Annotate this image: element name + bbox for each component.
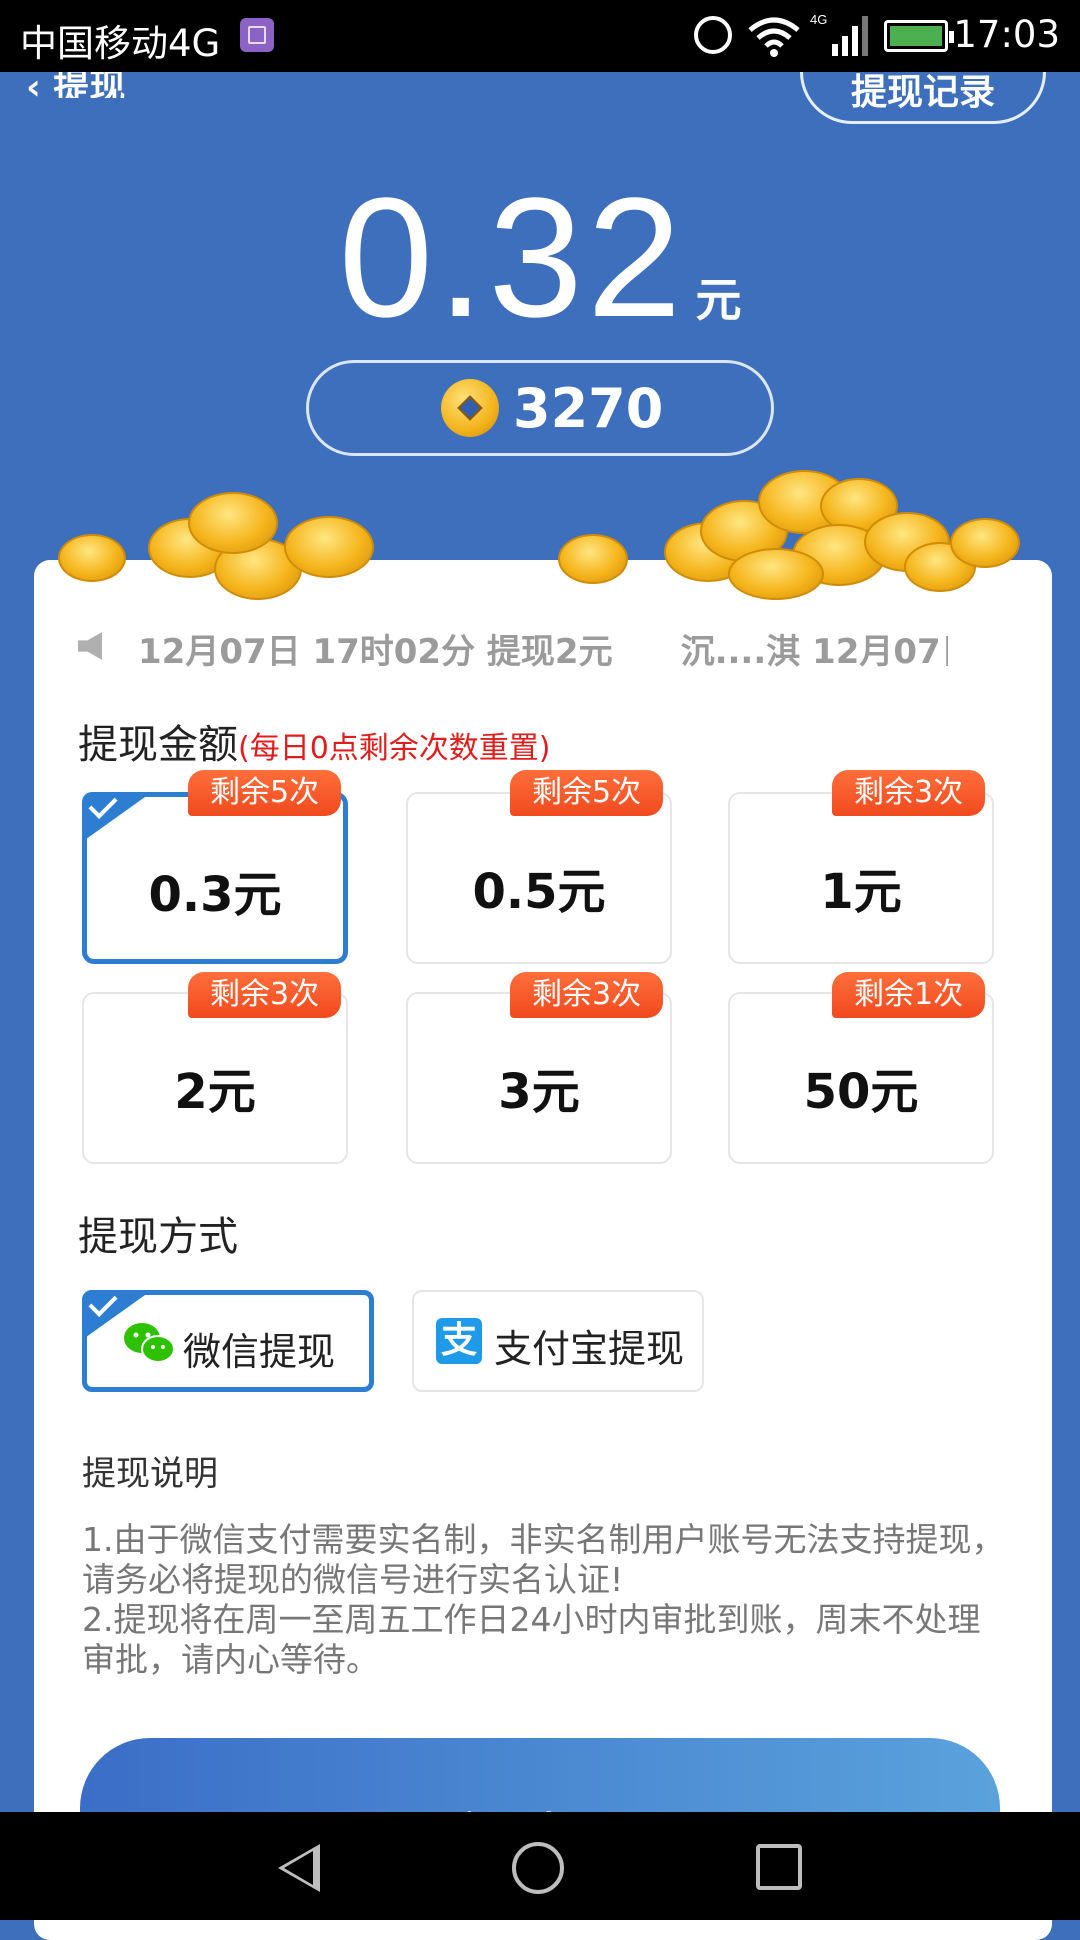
remaining-badge: 剩余5次 bbox=[188, 770, 342, 816]
description-line-2: 2.提现将在周一至周五工作日24小时内审批到账，周末不处理审批，请内心等待。 bbox=[82, 1600, 981, 1679]
coin-balance-pill: 3270 bbox=[306, 360, 774, 456]
description-title: 提现说明 bbox=[82, 1454, 218, 1494]
wechat-pay-option[interactable]: 微信提现 bbox=[82, 1290, 374, 1392]
remaining-badge: 剩余3次 bbox=[510, 972, 664, 1018]
amount-option-0-5[interactable]: 0.5元 bbox=[406, 792, 672, 964]
back-button[interactable]: ‹ 提现 bbox=[26, 72, 125, 98]
coin-count: 3270 bbox=[513, 377, 664, 440]
amount-value: 2元 bbox=[174, 1064, 256, 1120]
signal-icon: 4G bbox=[810, 12, 868, 56]
speaker-icon bbox=[78, 632, 102, 660]
network-type-label: 4G bbox=[810, 12, 827, 27]
alarm-icon bbox=[694, 16, 732, 54]
method-section-title: 提现方式 bbox=[78, 1214, 238, 1260]
battery-icon bbox=[884, 20, 954, 52]
alipay-icon: 支 bbox=[436, 1318, 482, 1364]
nav-back-icon[interactable] bbox=[278, 1844, 320, 1892]
amount-value: 0.5元 bbox=[472, 864, 606, 920]
clock-label: 17:03 bbox=[953, 13, 1060, 56]
nav-recent-apps-icon[interactable] bbox=[756, 1844, 802, 1890]
navigation-bar bbox=[0, 1812, 1080, 1920]
ticker-text: 12月07日 17时02分 提现2元 沉....淇 12月07日 17时 bbox=[138, 632, 948, 672]
selected-check-icon bbox=[82, 792, 152, 842]
page-title: 提现 bbox=[53, 72, 126, 98]
amount-title: 提现金额 bbox=[78, 722, 238, 768]
amount-value: 50元 bbox=[803, 1064, 919, 1120]
remaining-badge: 剩余3次 bbox=[832, 770, 986, 816]
remaining-badge: 剩余3次 bbox=[188, 972, 342, 1018]
amount-value: 3元 bbox=[498, 1064, 580, 1120]
balance-unit: 元 bbox=[695, 273, 742, 327]
balance-amount: 0.32 bbox=[338, 163, 686, 353]
gallery-notification-icon bbox=[240, 18, 274, 52]
reset-note: (每日0点剩余次数重置) bbox=[238, 731, 551, 766]
back-chevron-icon: ‹ bbox=[26, 72, 54, 98]
wifi-icon bbox=[748, 17, 800, 57]
carrier-label: 中国移动4G bbox=[20, 22, 221, 65]
remaining-badge: 剩余5次 bbox=[510, 770, 664, 816]
withdraw-record-button[interactable]: 提现记录 bbox=[800, 72, 1046, 124]
amount-value: 1元 bbox=[820, 864, 902, 920]
coin-icon bbox=[441, 379, 499, 437]
alipay-option[interactable]: 支 支付宝提现 bbox=[412, 1290, 704, 1392]
description-line-1: 1.由于微信支付需要实名制，非实名制用户账号无法支持提现，请务必将提现的微信号进… bbox=[82, 1520, 1005, 1599]
wechat-pay-label: 微信提现 bbox=[183, 1330, 336, 1374]
balance-display: 0.32 元 bbox=[0, 160, 1080, 356]
amount-option-0-3[interactable]: 0.3元 bbox=[82, 792, 348, 964]
wechat-icon bbox=[124, 1323, 175, 1363]
amount-option-1[interactable]: 1元 bbox=[728, 792, 994, 964]
amount-value: 0.3元 bbox=[148, 867, 282, 923]
amount-section-title: 提现金额(每日0点剩余次数重置) bbox=[78, 712, 551, 770]
nav-home-icon[interactable] bbox=[512, 1842, 564, 1894]
status-bar: 中国移动4G 4G 17:03 bbox=[0, 0, 1080, 72]
alipay-label: 支付宝提现 bbox=[494, 1327, 685, 1371]
withdraw-ticker: 12月07日 17时02分 提现2元 沉....淇 12月07日 17时 bbox=[78, 620, 948, 676]
description-text: 1.由于微信支付需要实名制，非实名制用户账号无法支持提现，请务必将提现的微信号进… bbox=[82, 1520, 1012, 1680]
remaining-badge: 剩余1次 bbox=[832, 972, 986, 1018]
header-bar: ‹ 提现 提现记录 bbox=[0, 72, 1080, 132]
